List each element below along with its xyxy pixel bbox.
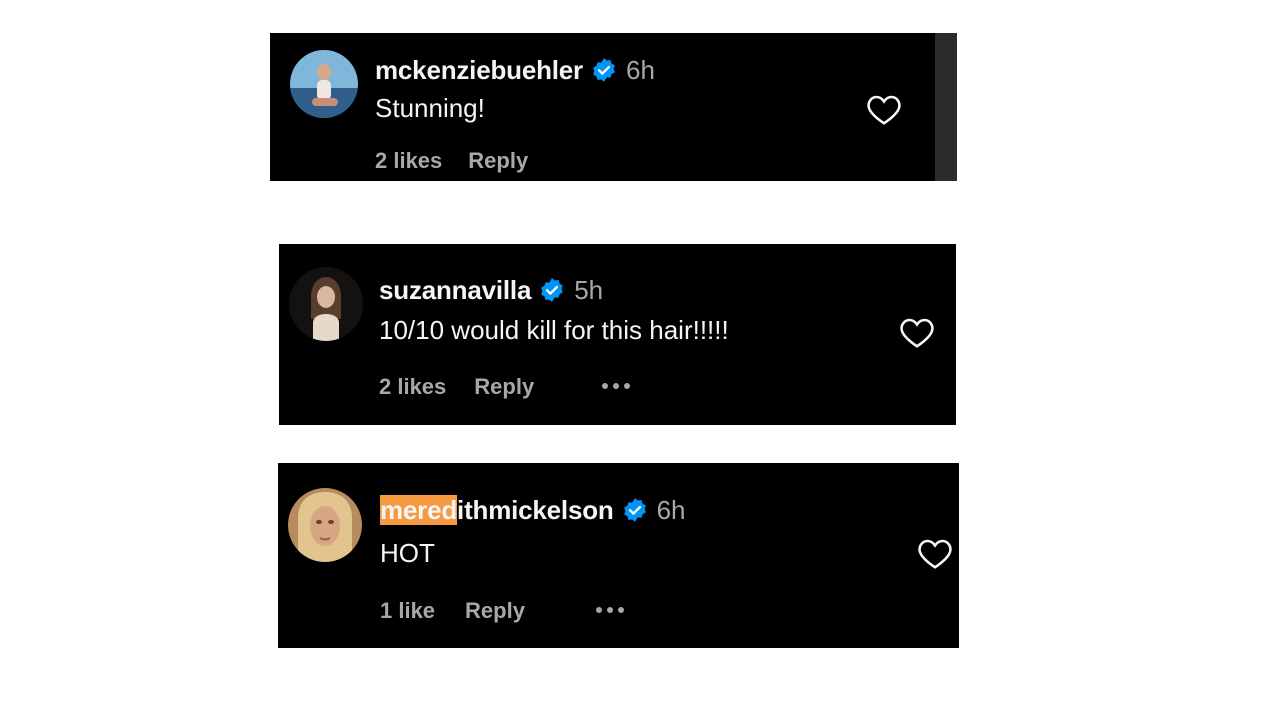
reply-button[interactable]: Reply [465, 598, 525, 624]
comment-meta: 1 like Reply [380, 596, 525, 626]
verified-badge-icon [622, 497, 648, 523]
like-heart-icon[interactable] [899, 315, 935, 349]
verified-badge-icon [591, 57, 617, 83]
comment-timestamp[interactable]: 5h [574, 275, 603, 306]
comment-header: mckenziebuehler 6h [375, 53, 655, 87]
more-options-icon[interactable] [602, 383, 630, 389]
comment-card-2: suzannavilla 5h 10/10 would kill for thi… [279, 244, 956, 425]
comment-timestamp[interactable]: 6h [657, 495, 686, 526]
like-heart-icon[interactable] [917, 536, 953, 570]
avatar[interactable] [289, 267, 363, 341]
username-link[interactable]: meredithmickelson [380, 494, 614, 526]
likes-count-link[interactable]: 2 likes [379, 374, 446, 400]
avatar[interactable] [288, 488, 362, 562]
username-link[interactable]: suzannavilla [379, 275, 531, 306]
username-rest: ithmickelson [457, 494, 614, 525]
reply-button[interactable]: Reply [474, 374, 534, 400]
comment-meta: 2 likes Reply [375, 146, 528, 176]
avatar[interactable] [290, 50, 358, 118]
comment-card-1: mckenziebuehler 6h Stunning! 2 likes Rep… [270, 33, 957, 181]
comment-header: suzannavilla 5h [379, 273, 603, 307]
comment-text: Stunning! [375, 92, 485, 123]
more-options-icon[interactable] [596, 607, 624, 613]
comment-card-3: meredithmickelson 6h HOT 1 like Reply [278, 463, 959, 648]
search-highlight: mered [380, 494, 458, 525]
reply-button[interactable]: Reply [468, 148, 528, 174]
scrollbar[interactable] [935, 33, 957, 181]
comment-text: HOT [380, 537, 435, 568]
likes-count-link[interactable]: 2 likes [375, 148, 442, 174]
comment-meta: 2 likes Reply [379, 372, 534, 402]
comment-timestamp[interactable]: 6h [626, 55, 655, 86]
comment-header: meredithmickelson 6h [380, 492, 686, 528]
like-heart-icon[interactable] [866, 92, 902, 126]
username-link[interactable]: mckenziebuehler [375, 55, 583, 86]
likes-count-link[interactable]: 1 like [380, 598, 435, 624]
verified-badge-icon [539, 277, 565, 303]
comment-text: 10/10 would kill for this hair!!!!! [379, 314, 729, 345]
